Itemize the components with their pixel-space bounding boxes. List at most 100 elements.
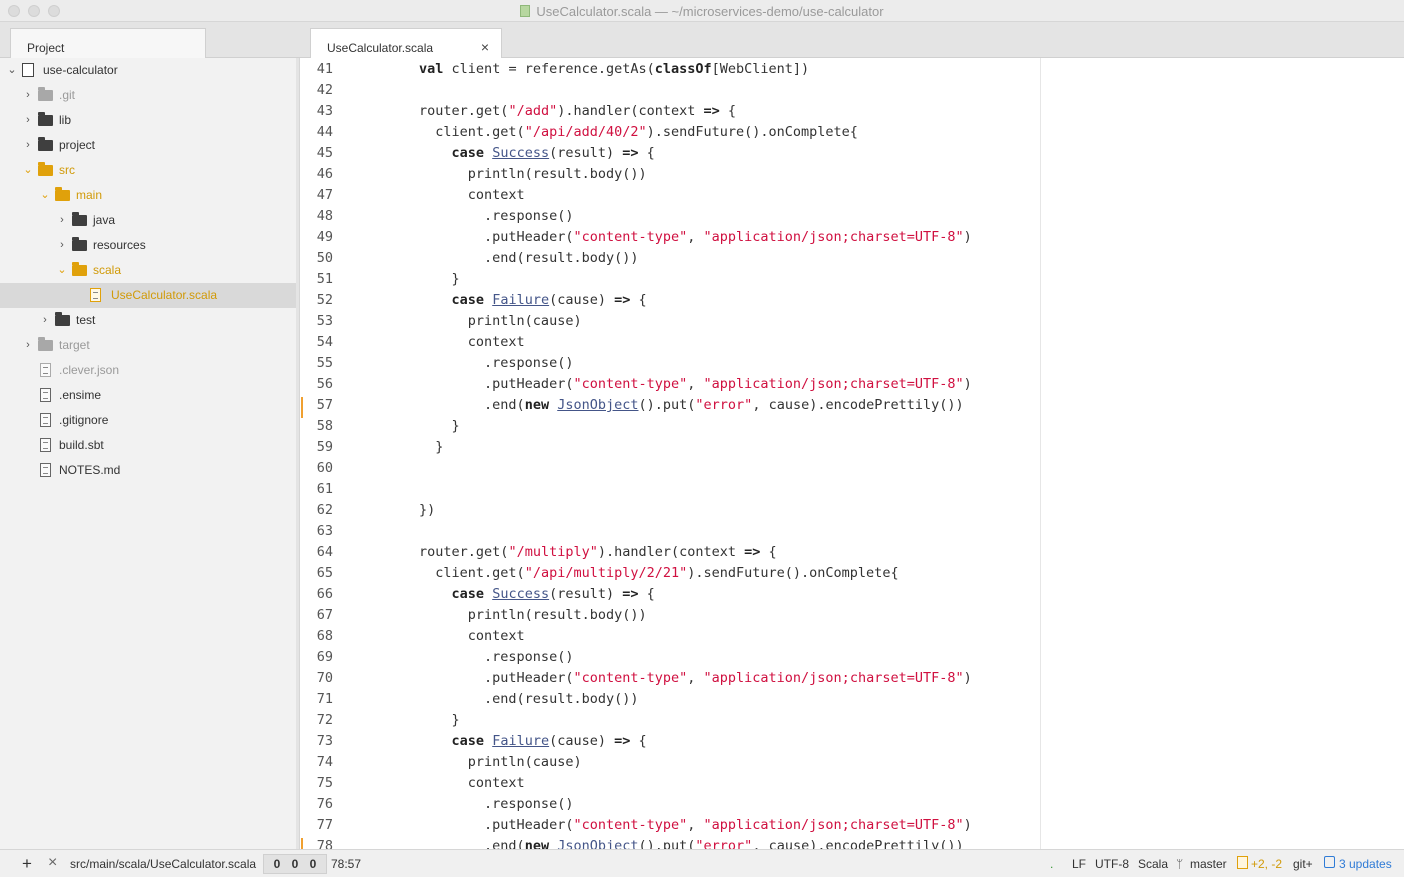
chevron-right-icon[interactable]: › — [22, 83, 34, 108]
code-line[interactable]: println(cause) — [354, 313, 582, 329]
code-line[interactable]: .response() — [354, 355, 573, 371]
code-text: ) — [963, 817, 972, 833]
tree-item-target[interactable]: › target — [0, 333, 296, 358]
code-type-link[interactable]: Failure — [492, 733, 549, 749]
code-line[interactable]: client.get("/api/multiply/2/21").sendFut… — [354, 565, 898, 581]
line-ending-selector[interactable]: LF — [1072, 857, 1086, 871]
tree-item-build-sbt[interactable]: build.sbt — [0, 433, 296, 458]
code-line[interactable]: } — [354, 439, 443, 455]
code-keyword: => — [614, 733, 631, 749]
code-line[interactable]: .end(new JsonObject().put("error", cause… — [354, 838, 964, 849]
chevron-right-icon[interactable]: › — [56, 208, 68, 233]
code-type-link[interactable]: Success — [492, 586, 549, 602]
line-number-gutter: 41 42 43 44 45 46 47 48 49 50 51 52 53 54 55 56 57 58 59 60… — [301, 58, 351, 849]
code-line[interactable]: .putHeader("content-type", "application/… — [354, 229, 972, 245]
tree-item-ensime[interactable]: .ensime — [0, 383, 296, 408]
code-line[interactable]: client.get("/api/add/40/2").sendFuture()… — [354, 124, 858, 140]
code-line[interactable]: case Failure(cause) => { — [354, 733, 647, 749]
chevron-down-icon[interactable]: ⌄ — [56, 258, 68, 283]
tree-item-test[interactable]: › test — [0, 308, 296, 333]
chevron-down-icon[interactable]: ⌄ — [39, 183, 51, 208]
tree-item-java[interactable]: › java — [0, 208, 296, 233]
code-line[interactable]: context — [354, 187, 525, 203]
tab-editor-file[interactable]: UseCalculator.scala × — [310, 28, 502, 58]
tree-item-label: .git — [59, 88, 76, 102]
code-line[interactable]: .putHeader("content-type", "application/… — [354, 817, 972, 833]
code-text: } — [354, 712, 460, 728]
code-line[interactable]: println(result.body()) — [354, 166, 647, 182]
encoding-selector[interactable]: UTF-8 — [1095, 857, 1129, 871]
code-line[interactable]: case Failure(cause) => { — [354, 292, 647, 308]
grammar-selector[interactable]: Scala — [1138, 857, 1168, 871]
tree-item-usecalculator-scala[interactable]: UseCalculator.scala — [0, 283, 296, 308]
code-line[interactable]: .end(result.body()) — [354, 691, 638, 707]
code-line[interactable]: .putHeader("content-type", "application/… — [354, 376, 972, 392]
line-number: 58 — [316, 418, 333, 434]
code-type-link[interactable]: Failure — [492, 292, 549, 308]
code-type-link[interactable]: Success — [492, 145, 549, 161]
chevron-right-icon[interactable]: › — [56, 233, 68, 258]
code-string: "error" — [695, 838, 753, 849]
close-tab-icon[interactable]: × — [481, 39, 489, 55]
chevron-down-icon[interactable]: ⌄ — [6, 58, 18, 83]
chevron-right-icon[interactable]: › — [22, 108, 34, 133]
tree-item-src[interactable]: ⌄ src — [0, 158, 296, 183]
add-project-folder-button[interactable]: + — [22, 854, 32, 874]
tree-item-project[interactable]: › project — [0, 133, 296, 158]
panel-resize-handle[interactable] — [296, 58, 300, 849]
code-line[interactable]: println(result.body()) — [354, 607, 647, 623]
code-line[interactable]: router.get("/add").handler(context => { — [354, 103, 736, 119]
code-line[interactable]: router.get("/multiply").handler(context … — [354, 544, 777, 560]
code-type-link[interactable]: JsonObject — [557, 397, 638, 413]
chevron-right-icon[interactable]: › — [39, 308, 51, 333]
code-line[interactable]: }) — [354, 502, 435, 518]
code-text: { — [638, 145, 655, 161]
package-updates-link[interactable]: 3 updates — [1339, 857, 1392, 871]
line-number: 67 — [316, 607, 333, 623]
code-line[interactable]: } — [354, 418, 460, 434]
git-plus-button[interactable]: git+ — [1293, 857, 1313, 871]
line-number: 77 — [316, 817, 333, 833]
tree-item-lib[interactable]: › lib — [0, 108, 296, 133]
code-line[interactable]: case Success(result) => { — [354, 586, 655, 602]
code-line[interactable]: context — [354, 334, 525, 350]
tree-item-scala[interactable]: ⌄ scala — [0, 258, 296, 283]
git-diff-stats[interactable]: +2, -2 — [1251, 857, 1282, 871]
code-editor[interactable]: 41 42 43 44 45 46 47 48 49 50 51 52 53 54 55 56 57 58 59 60… — [301, 58, 1404, 849]
status-dot: . — [1050, 857, 1054, 871]
code-line[interactable]: } — [354, 271, 460, 287]
code-line[interactable]: } — [354, 712, 460, 728]
git-branch[interactable]: master — [1190, 857, 1227, 871]
tree-item-git[interactable]: › .git — [0, 83, 296, 108]
file-icon — [90, 288, 101, 302]
status-file-path[interactable]: src/main/scala/UseCalculator.scala — [70, 857, 256, 871]
code-type-link[interactable]: JsonObject — [557, 838, 638, 849]
linter-counts[interactable]: 000 — [263, 854, 327, 874]
code-string: "error" — [695, 397, 753, 413]
code-line[interactable]: .end(result.body()) — [354, 250, 638, 266]
chevron-right-icon[interactable]: › — [22, 133, 34, 158]
tree-item-label: UseCalculator.scala — [111, 288, 218, 302]
tree-item-notes-md[interactable]: NOTES.md — [0, 458, 296, 483]
tree-item-resources[interactable]: › resources — [0, 233, 296, 258]
tree-item-clever-json[interactable]: .clever.json — [0, 358, 296, 383]
chevron-right-icon[interactable]: › — [22, 333, 34, 358]
tree-item-use-calculator[interactable]: ⌄ use-calculator — [0, 58, 296, 83]
code-line[interactable]: context — [354, 775, 525, 791]
code-line[interactable]: .response() — [354, 208, 573, 224]
code-line[interactable]: .end(new JsonObject().put("error", cause… — [354, 397, 964, 413]
code-line[interactable]: .putHeader("content-type", "application/… — [354, 670, 972, 686]
code-line[interactable]: println(cause) — [354, 754, 582, 770]
code-line[interactable]: val client = reference.getAs(classOf[Web… — [354, 61, 809, 77]
code-line[interactable]: .response() — [354, 649, 573, 665]
code-line[interactable]: case Success(result) => { — [354, 145, 655, 161]
chevron-down-icon[interactable]: ⌄ — [22, 158, 34, 183]
cursor-position[interactable]: 78:57 — [331, 857, 361, 871]
tree-item-main[interactable]: ⌄ main — [0, 183, 296, 208]
code-line[interactable]: .response() — [354, 796, 573, 812]
tab-project[interactable]: Project — [10, 28, 206, 58]
tab-editor-label: UseCalculator.scala — [327, 41, 434, 55]
code-line[interactable]: context — [354, 628, 525, 644]
tree-item-gitignore[interactable]: .gitignore — [0, 408, 296, 433]
close-panel-button[interactable]: × — [48, 854, 57, 872]
